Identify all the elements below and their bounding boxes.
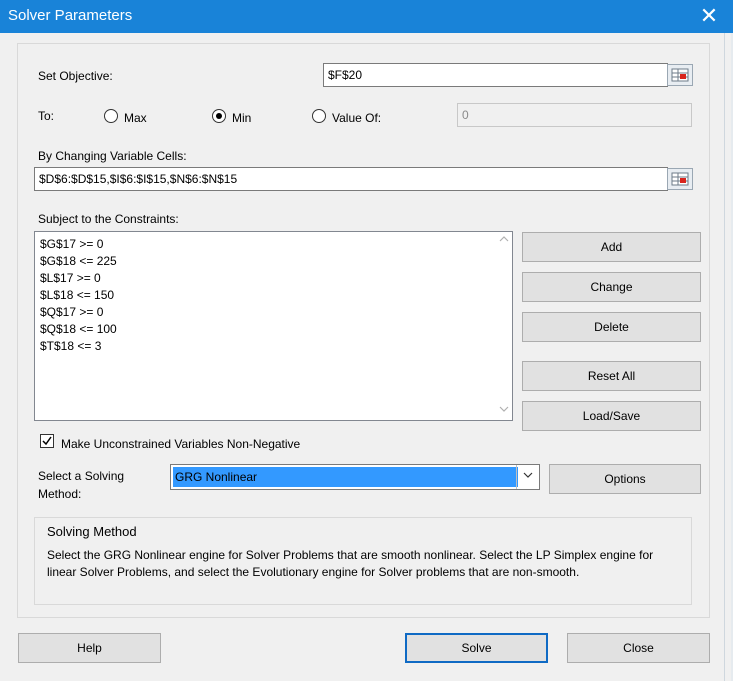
help-button[interactable]: Help (18, 633, 161, 663)
chevron-down-icon[interactable] (499, 404, 509, 417)
change-button[interactable]: Change (522, 272, 701, 302)
changing-cells-range-button[interactable] (667, 168, 693, 190)
solving-method-label-line2: Method: (38, 487, 82, 501)
load-save-button[interactable]: Load/Save (522, 401, 701, 431)
list-item[interactable]: $G$18 <= 225 (40, 253, 117, 270)
solve-button[interactable]: Solve (405, 633, 548, 663)
max-radio-label[interactable]: Max (124, 111, 147, 125)
value-of-radio-label[interactable]: Value Of: (332, 111, 381, 125)
changing-cells-label: By Changing Variable Cells: (38, 149, 187, 163)
reset-all-button[interactable]: Reset All (522, 361, 701, 391)
solving-method-selected: GRG Nonlinear (173, 467, 518, 487)
value-of-radio[interactable] (312, 109, 326, 123)
window-title: Solver Parameters (8, 7, 133, 24)
constraints-label: Subject to the Constraints: (38, 212, 179, 226)
min-radio[interactable] (212, 109, 226, 123)
changing-cells-input[interactable]: $D$6:$D$15,$I$6:$I$15,$N$6:$N$15 (34, 167, 668, 191)
max-radio[interactable] (104, 109, 118, 123)
list-item[interactable]: $Q$18 <= 100 (40, 321, 117, 338)
list-item[interactable]: $L$18 <= 150 (40, 287, 117, 304)
solving-method-label-line1: Select a Solving (38, 469, 125, 483)
chevron-down-icon[interactable] (516, 465, 539, 489)
solving-method-group: Solving Method Select the GRG Nonlinear … (34, 517, 692, 605)
vertical-scrollbar[interactable] (495, 232, 512, 420)
solving-method-select[interactable]: GRG Nonlinear (170, 464, 540, 490)
to-label: To: (38, 109, 55, 123)
constraints-list: $G$17 >= 0 $G$18 <= 225 $L$17 >= 0 $L$18… (40, 236, 117, 355)
close-icon[interactable]: ✕ (695, 3, 723, 29)
solving-method-group-title: Solving Method (47, 524, 137, 539)
title-bar: Solver Parameters ✕ (0, 0, 733, 33)
close-button[interactable]: Close (567, 633, 710, 663)
set-objective-label: Set Objective: (38, 69, 113, 83)
chevron-up-icon[interactable] (499, 234, 509, 247)
nonneg-checkbox[interactable] (40, 434, 54, 448)
add-button[interactable]: Add (522, 232, 701, 262)
list-item[interactable]: $T$18 <= 3 (40, 338, 117, 355)
delete-button[interactable]: Delete (522, 312, 701, 342)
solving-method-description: Select the GRG Nonlinear engine for Solv… (47, 548, 654, 579)
window-edge (724, 33, 725, 681)
min-radio-label[interactable]: Min (232, 111, 251, 125)
constraints-listbox[interactable]: $G$17 >= 0 $G$18 <= 225 $L$17 >= 0 $L$18… (34, 231, 513, 421)
objective-range-button[interactable] (667, 64, 693, 86)
checkmark-icon (42, 436, 52, 446)
options-button[interactable]: Options (549, 464, 701, 494)
range-select-icon (671, 172, 689, 186)
list-item[interactable]: $Q$17 >= 0 (40, 304, 117, 321)
nonneg-label[interactable]: Make Unconstrained Variables Non-Negativ… (61, 437, 300, 451)
list-item[interactable]: $L$17 >= 0 (40, 270, 117, 287)
objective-input[interactable]: $F$20 (323, 63, 668, 87)
range-select-icon (671, 68, 689, 82)
list-item[interactable]: $G$17 >= 0 (40, 236, 117, 253)
value-of-input[interactable]: 0 (457, 103, 692, 127)
